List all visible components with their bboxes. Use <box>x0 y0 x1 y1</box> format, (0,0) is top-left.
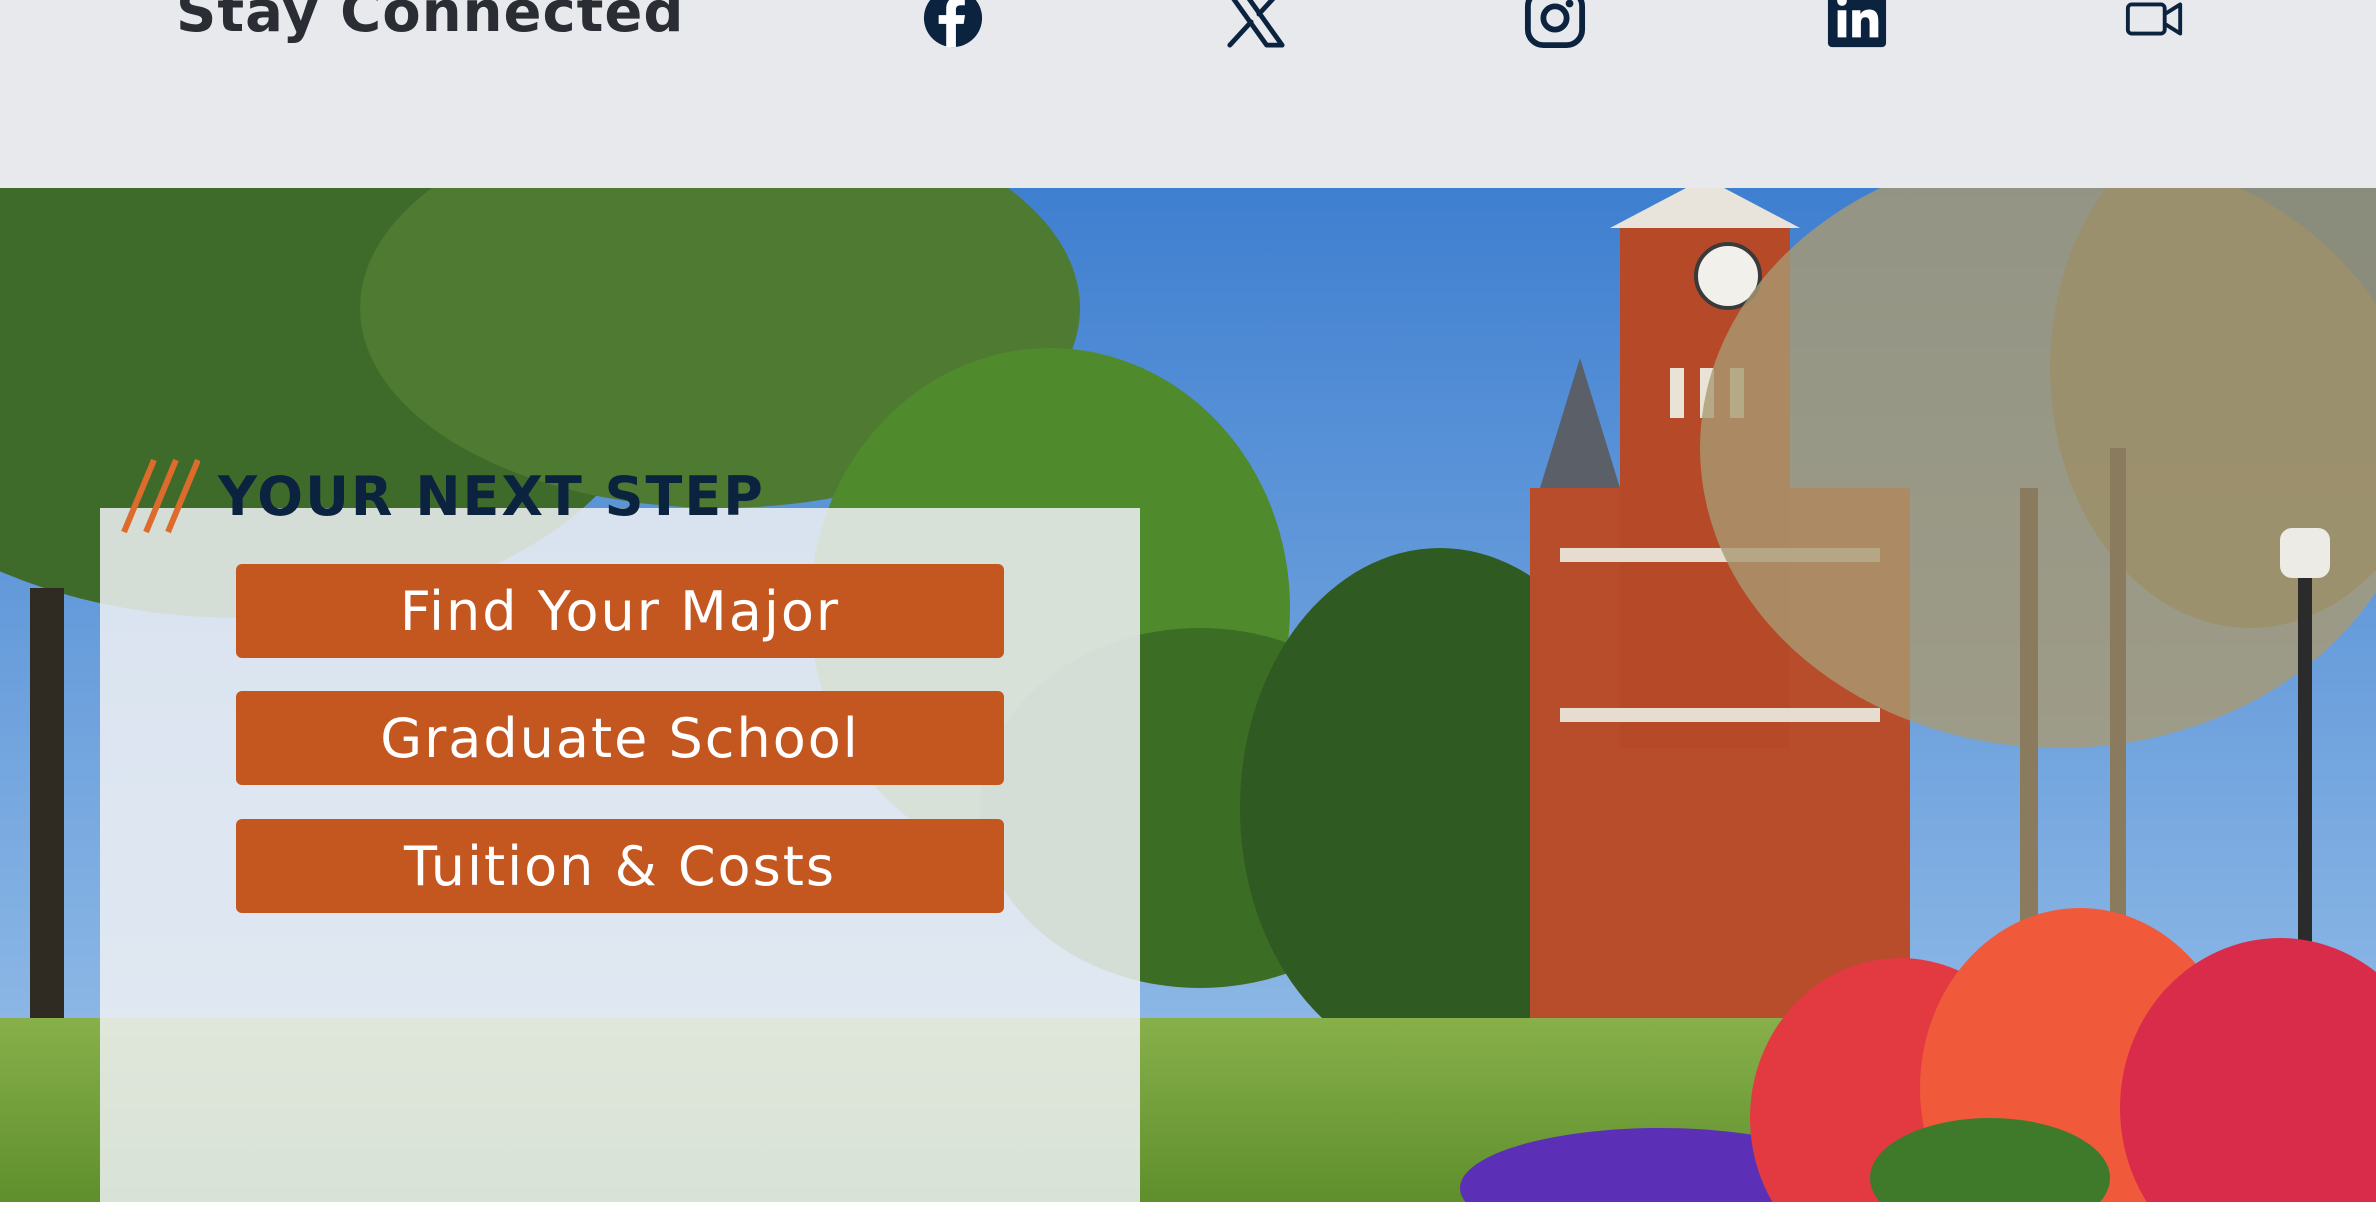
facebook-icon[interactable] <box>922 0 984 50</box>
next-step-heading: YOUR NEXT STEP <box>120 458 765 534</box>
x-icon[interactable] <box>1224 0 1286 50</box>
linkedin-icon[interactable] <box>1826 0 1888 50</box>
tuition-costs-button[interactable]: Tuition & Costs <box>236 819 1004 913</box>
instagram-icon[interactable] <box>1524 0 1586 50</box>
find-your-major-button[interactable]: Find Your Major <box>236 564 1004 658</box>
next-step-title: YOUR NEXT STEP <box>218 464 765 528</box>
stay-connected-heading: Stay Connected <box>176 0 685 45</box>
graduate-school-button[interactable]: Graduate School <box>236 691 1004 785</box>
video-icon[interactable] <box>2124 0 2186 50</box>
page-bottom-strip <box>0 1202 2376 1226</box>
social-section: Stay Connected <box>0 0 2376 188</box>
slash-accent-icon <box>121 458 200 534</box>
